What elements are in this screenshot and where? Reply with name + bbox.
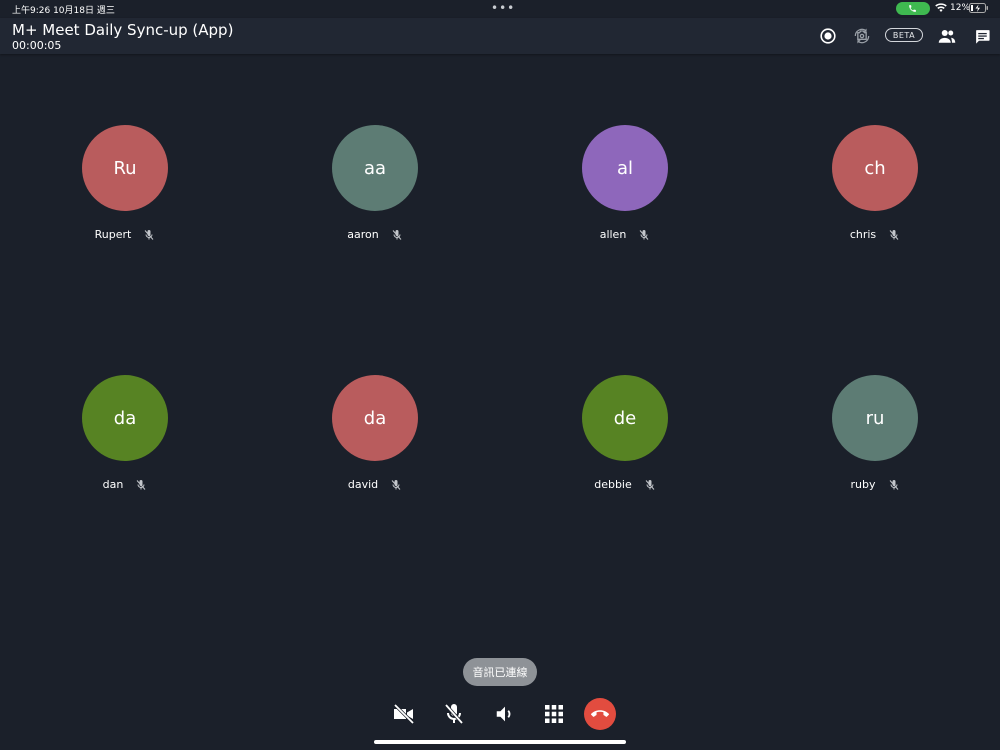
- meeting-title: M+ Meet Daily Sync-up (App): [12, 21, 234, 39]
- battery-percent: 12%: [950, 3, 971, 13]
- record-icon: [820, 28, 836, 44]
- participant-label: Rupert: [50, 228, 200, 241]
- participant-label: dan: [50, 478, 200, 491]
- mic-off-icon: [144, 229, 154, 240]
- participant-tile[interactable]: da david: [300, 375, 450, 505]
- participant-label: allen: [550, 228, 700, 241]
- keypad-icon: [545, 705, 563, 723]
- home-indicator[interactable]: [374, 740, 626, 744]
- participant-label: ruby: [800, 478, 950, 491]
- battery-charging-icon: [969, 3, 988, 13]
- mic-off-icon: [444, 703, 464, 725]
- audio-connected-toast: 音訊已連線: [463, 658, 537, 686]
- mic-off-icon: [645, 479, 655, 490]
- avatar: aa: [332, 125, 418, 211]
- speaker-button[interactable]: [489, 698, 521, 730]
- participant-label: debbie: [550, 478, 700, 491]
- avatar: ru: [832, 375, 918, 461]
- chat-icon: [975, 29, 990, 44]
- participants-button[interactable]: [937, 26, 957, 46]
- mic-off-icon: [889, 479, 898, 490]
- participant-name: Rupert: [94, 228, 132, 241]
- participant-tile[interactable]: ch chris: [800, 125, 950, 255]
- participant-tile[interactable]: de debbie: [550, 375, 700, 505]
- mute-toggle-button[interactable]: [438, 698, 470, 730]
- phone-icon: [909, 5, 916, 12]
- avatar: da: [332, 375, 418, 461]
- status-bar: 上午9:26 10月18日 週三 ••• 12%: [0, 0, 1000, 18]
- participant-tile[interactable]: aa aaron: [300, 125, 450, 255]
- hang-up-button[interactable]: [584, 698, 616, 730]
- speaker-icon: [496, 706, 511, 722]
- participant-tile[interactable]: Ru Rupert: [50, 125, 200, 255]
- participant-name: david: [347, 478, 379, 491]
- participant-name: aaron: [347, 228, 379, 241]
- call-controls: [0, 698, 1000, 730]
- mic-off-icon: [136, 479, 146, 490]
- video-off-icon: [393, 703, 415, 725]
- participant-name: allen: [599, 228, 627, 241]
- participants-icon: [938, 30, 956, 43]
- keypad-button[interactable]: [538, 698, 570, 730]
- mic-off-icon: [392, 229, 402, 240]
- multitask-dots-icon[interactable]: •••: [491, 2, 515, 14]
- participant-tile[interactable]: ru ruby: [800, 375, 950, 505]
- participant-tile[interactable]: da dan: [50, 375, 200, 505]
- active-call-indicator[interactable]: [896, 2, 930, 15]
- participant-name: debbie: [594, 478, 632, 491]
- beta-badge[interactable]: BETA: [885, 28, 923, 42]
- participant-label: aaron: [300, 228, 450, 241]
- status-time: 上午9:26 10月18日 週三: [12, 6, 115, 16]
- avatar: ch: [832, 125, 918, 211]
- switch-camera-icon: [854, 28, 870, 44]
- chat-button[interactable]: [972, 26, 992, 46]
- avatar: da: [82, 375, 168, 461]
- mic-off-icon: [889, 229, 899, 240]
- record-button[interactable]: [818, 26, 838, 46]
- participant-label: chris: [800, 228, 950, 241]
- participant-label: david: [300, 478, 450, 491]
- avatar: al: [582, 125, 668, 211]
- hang-up-icon: [591, 710, 609, 717]
- wifi-icon: [935, 3, 947, 12]
- mic-off-icon: [639, 229, 649, 240]
- switch-camera-button[interactable]: [851, 26, 873, 46]
- avatar: de: [582, 375, 668, 461]
- meeting-header: M+ Meet Daily Sync-up (App) 00:00:05 BET…: [0, 18, 1000, 54]
- participant-name: ruby: [850, 478, 876, 491]
- participant-tile[interactable]: al allen: [550, 125, 700, 255]
- participant-name: chris: [849, 228, 877, 241]
- video-toggle-button[interactable]: [388, 698, 420, 730]
- participant-name: dan: [102, 478, 124, 491]
- mic-off-icon: [391, 479, 401, 490]
- meeting-timer: 00:00:05: [12, 39, 62, 52]
- avatar: Ru: [82, 125, 168, 211]
